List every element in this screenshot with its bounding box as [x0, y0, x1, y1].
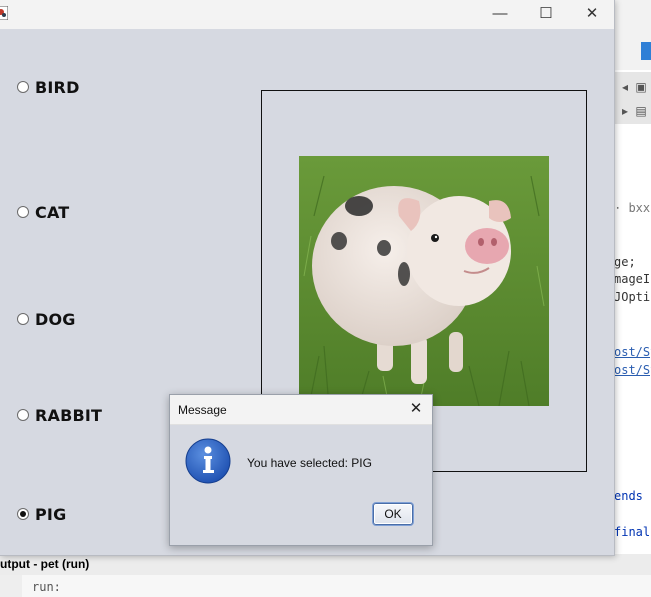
ide-top-strip — [614, 0, 651, 70]
radio-bird[interactable]: BIRD — [17, 77, 80, 97]
output-panel-header[interactable]: utput - pet (run) — [0, 554, 651, 575]
code-line: ends — [614, 489, 643, 503]
toolbar-icon-next[interactable]: ▸ — [618, 104, 632, 118]
radio-pig[interactable]: PIG — [17, 504, 66, 524]
radio-circle[interactable] — [17, 313, 29, 325]
code-line: final — [614, 525, 651, 539]
ide-code-editor[interactable]: ⋅ bxxl ge; mageI JOptic ost/Sy ost/Sy en… — [614, 124, 651, 554]
ide-toolbar: ◂ ▣ ▸ ▤ — [614, 72, 651, 125]
java-app-icon — [0, 6, 8, 20]
toolbar-icon-prev[interactable]: ◂ — [618, 80, 632, 94]
radio-rabbit[interactable]: RABBIT — [17, 405, 102, 425]
dialog-title: Message — [178, 403, 227, 417]
pig-photo — [299, 156, 549, 406]
output-text: run: — [32, 580, 61, 594]
radio-circle[interactable] — [17, 206, 29, 218]
toolbar-icon-run[interactable]: ▤ — [634, 104, 648, 118]
output-panel — [0, 575, 651, 597]
dialog-titlebar[interactable]: Message ✕ — [170, 395, 432, 425]
code-line: JOptic — [614, 290, 651, 304]
close-button[interactable]: ✕ — [569, 0, 615, 29]
radio-dog[interactable]: DOG — [17, 309, 76, 329]
radio-label: RABBIT — [35, 405, 103, 425]
code-line: mageI — [614, 272, 651, 286]
ide-blue-button[interactable] — [641, 42, 651, 60]
output-gutter — [0, 575, 22, 597]
ok-button[interactable]: OK — [373, 503, 413, 525]
message-dialog: Message ✕ You have selected: PIG OK — [169, 394, 433, 546]
output-title: utput - pet (run) — [0, 557, 90, 571]
radio-selected-dot — [20, 511, 26, 517]
minimize-button[interactable]: — — [477, 0, 523, 29]
radio-circle[interactable] — [17, 508, 29, 520]
code-line: ⋅ bxxl — [614, 201, 651, 215]
maximize-button[interactable]: ☐ — [523, 0, 569, 29]
radio-label: PIG — [35, 504, 67, 524]
radio-label: DOG — [35, 309, 76, 329]
radio-label: CAT — [35, 202, 70, 222]
radio-cat[interactable]: CAT — [17, 202, 69, 222]
radio-circle[interactable] — [17, 81, 29, 93]
radio-label: BIRD — [35, 77, 80, 97]
code-link[interactable]: ost/Sy — [614, 345, 651, 359]
code-line: ge; — [614, 255, 636, 269]
info-icon — [185, 438, 231, 484]
toolbar-icon-build[interactable]: ▣ — [634, 80, 648, 94]
code-link[interactable]: ost/Sy — [614, 363, 651, 377]
window-titlebar[interactable]: — ☐ ✕ — [0, 0, 614, 29]
dialog-close-button[interactable]: ✕ — [406, 399, 426, 419]
radio-circle[interactable] — [17, 409, 29, 421]
dialog-message: You have selected: PIG — [247, 456, 372, 470]
